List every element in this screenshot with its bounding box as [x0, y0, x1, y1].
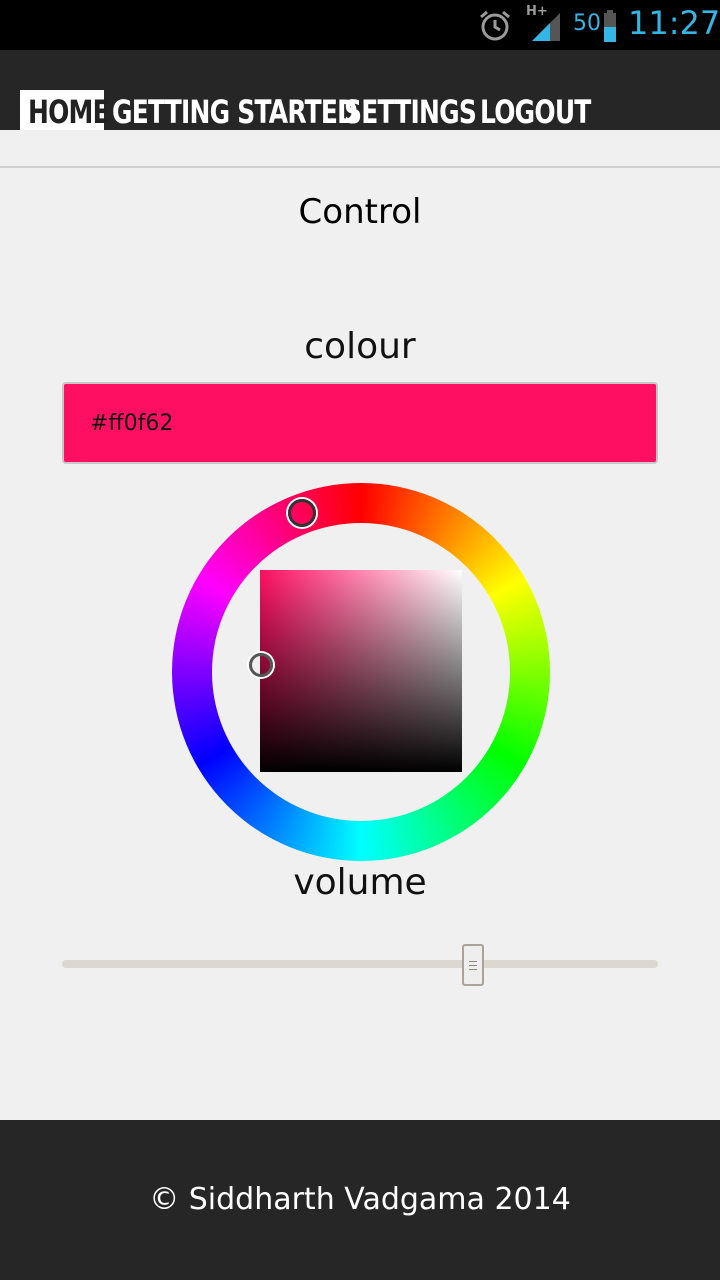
nav-label-home: HOME — [28, 93, 110, 131]
colour-label: colour — [304, 326, 416, 367]
alarm-icon — [480, 10, 510, 41]
nav-item-settings[interactable]: SETTINGS — [336, 90, 477, 131]
nav-label-getting-started: GETTING STARTED — [112, 93, 358, 131]
nav-item-getting-started[interactable]: GETTING STARTED — [104, 90, 358, 131]
battery-level: 50 — [573, 11, 601, 36]
volume-slider-track[interactable] — [62, 960, 658, 968]
status-bar: H+ 50 11:27 — [0, 0, 720, 50]
nav-label-logout: LOGOUT — [480, 93, 591, 131]
colour-wheel-picker[interactable] — [172, 483, 550, 861]
hue-marker-handle[interactable] — [288, 499, 316, 527]
header-divider — [0, 166, 720, 168]
volume-label: volume — [293, 862, 427, 903]
saturation-marker-handle[interactable] — [249, 653, 273, 677]
top-navigation: HOME GETTING STARTED SETTINGS LOGOUT — [0, 50, 720, 131]
footer: © Siddharth Vadgama 2014 — [0, 1120, 720, 1280]
saturation-value-square[interactable] — [260, 570, 462, 772]
volume-slider-handle[interactable] — [462, 944, 485, 986]
nav-item-home[interactable]: HOME — [20, 90, 110, 131]
battery-icon — [604, 10, 616, 42]
signal-icon — [532, 13, 560, 41]
page-title: Control — [298, 192, 422, 232]
colour-hex-input[interactable] — [62, 382, 658, 464]
nav-label-settings: SETTINGS — [344, 93, 477, 131]
copyright-text: © Siddharth Vadgama 2014 — [149, 1182, 571, 1217]
nav-item-logout[interactable]: LOGOUT — [472, 90, 591, 131]
clock: 11:27 — [628, 4, 720, 42]
nav-menu: HOME GETTING STARTED SETTINGS LOGOUT — [20, 90, 591, 131]
